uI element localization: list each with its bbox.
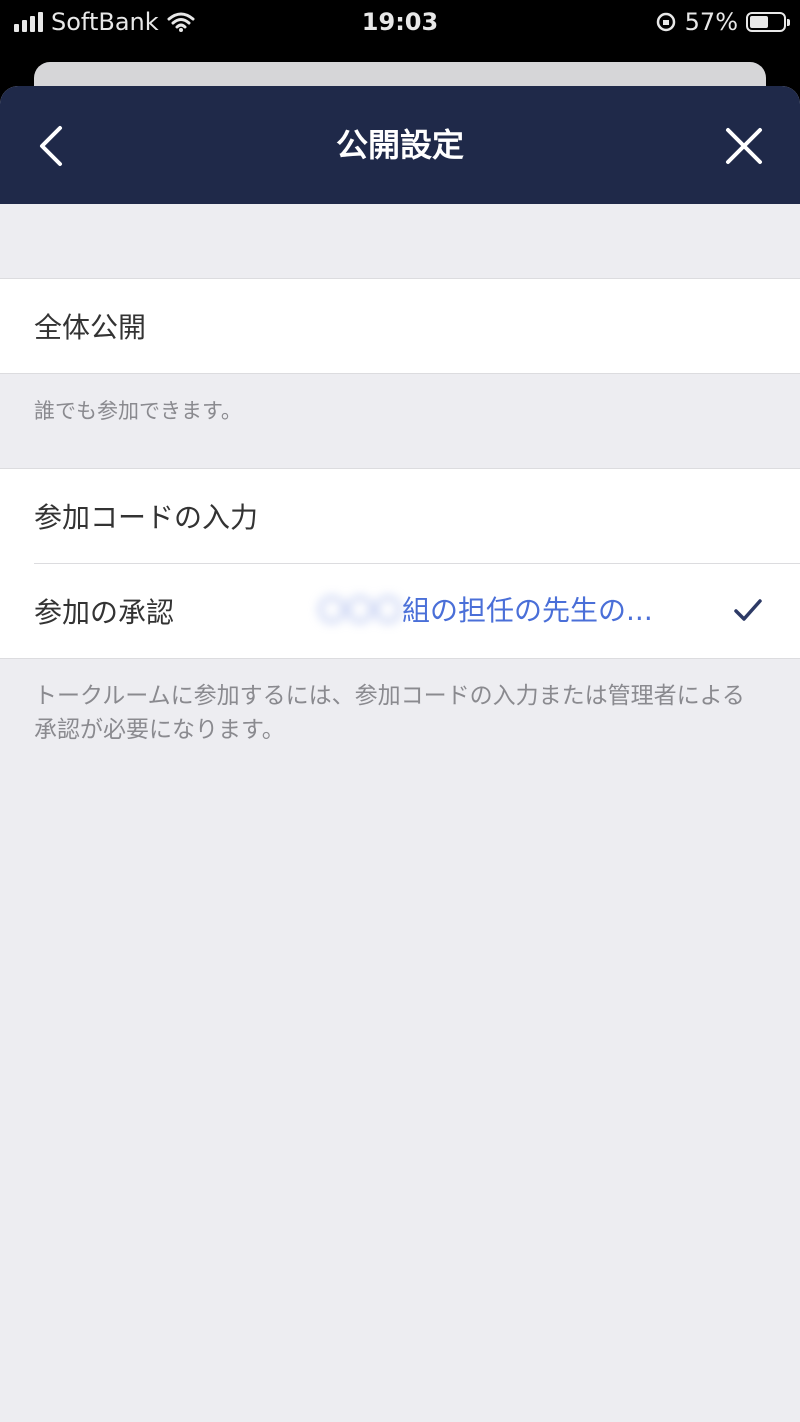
checkmark-icon (734, 599, 762, 621)
option-public[interactable]: 全体公開 (0, 279, 800, 373)
settings-sheet: 公開設定 全体公開 誰でも参加できます。 参加コードの入力 参加の承認 〇〇〇組… (0, 86, 800, 1422)
restricted-group: 参加コードの入力 参加の承認 〇〇〇組の担任の先生の... (0, 468, 800, 659)
approval-value: 〇〇〇組の担任の先生の... (318, 564, 653, 658)
option-approval[interactable]: 参加の承認 〇〇〇組の担任の先生の... (0, 564, 800, 658)
status-bar: SoftBank 19:03 57% (0, 0, 800, 46)
status-right: 57% (655, 8, 790, 36)
battery-fill (750, 16, 769, 28)
option-join-code[interactable]: 参加コードの入力 (0, 469, 800, 563)
battery-percent: 57% (684, 8, 738, 36)
option-approval-label: 参加の承認 (34, 596, 175, 629)
close-icon[interactable] (724, 126, 764, 166)
approval-value-text: 組の担任の先生の... (402, 594, 653, 627)
option-join-code-label: 参加コードの入力 (34, 501, 259, 534)
option-public-label: 全体公開 (34, 311, 147, 344)
nav-bar: 公開設定 (0, 86, 800, 204)
orientation-lock-icon (656, 12, 675, 32)
public-group: 全体公開 (0, 278, 800, 374)
public-note: 誰でも参加できます。 (34, 399, 242, 423)
approval-value-blurred: 〇〇〇 (318, 594, 403, 627)
battery-icon (746, 12, 790, 32)
page-title: 公開設定 (335, 126, 464, 164)
restricted-note: トークルームに参加するには、参加コードの入力または管理者による承認が必要になりま… (34, 683, 745, 743)
